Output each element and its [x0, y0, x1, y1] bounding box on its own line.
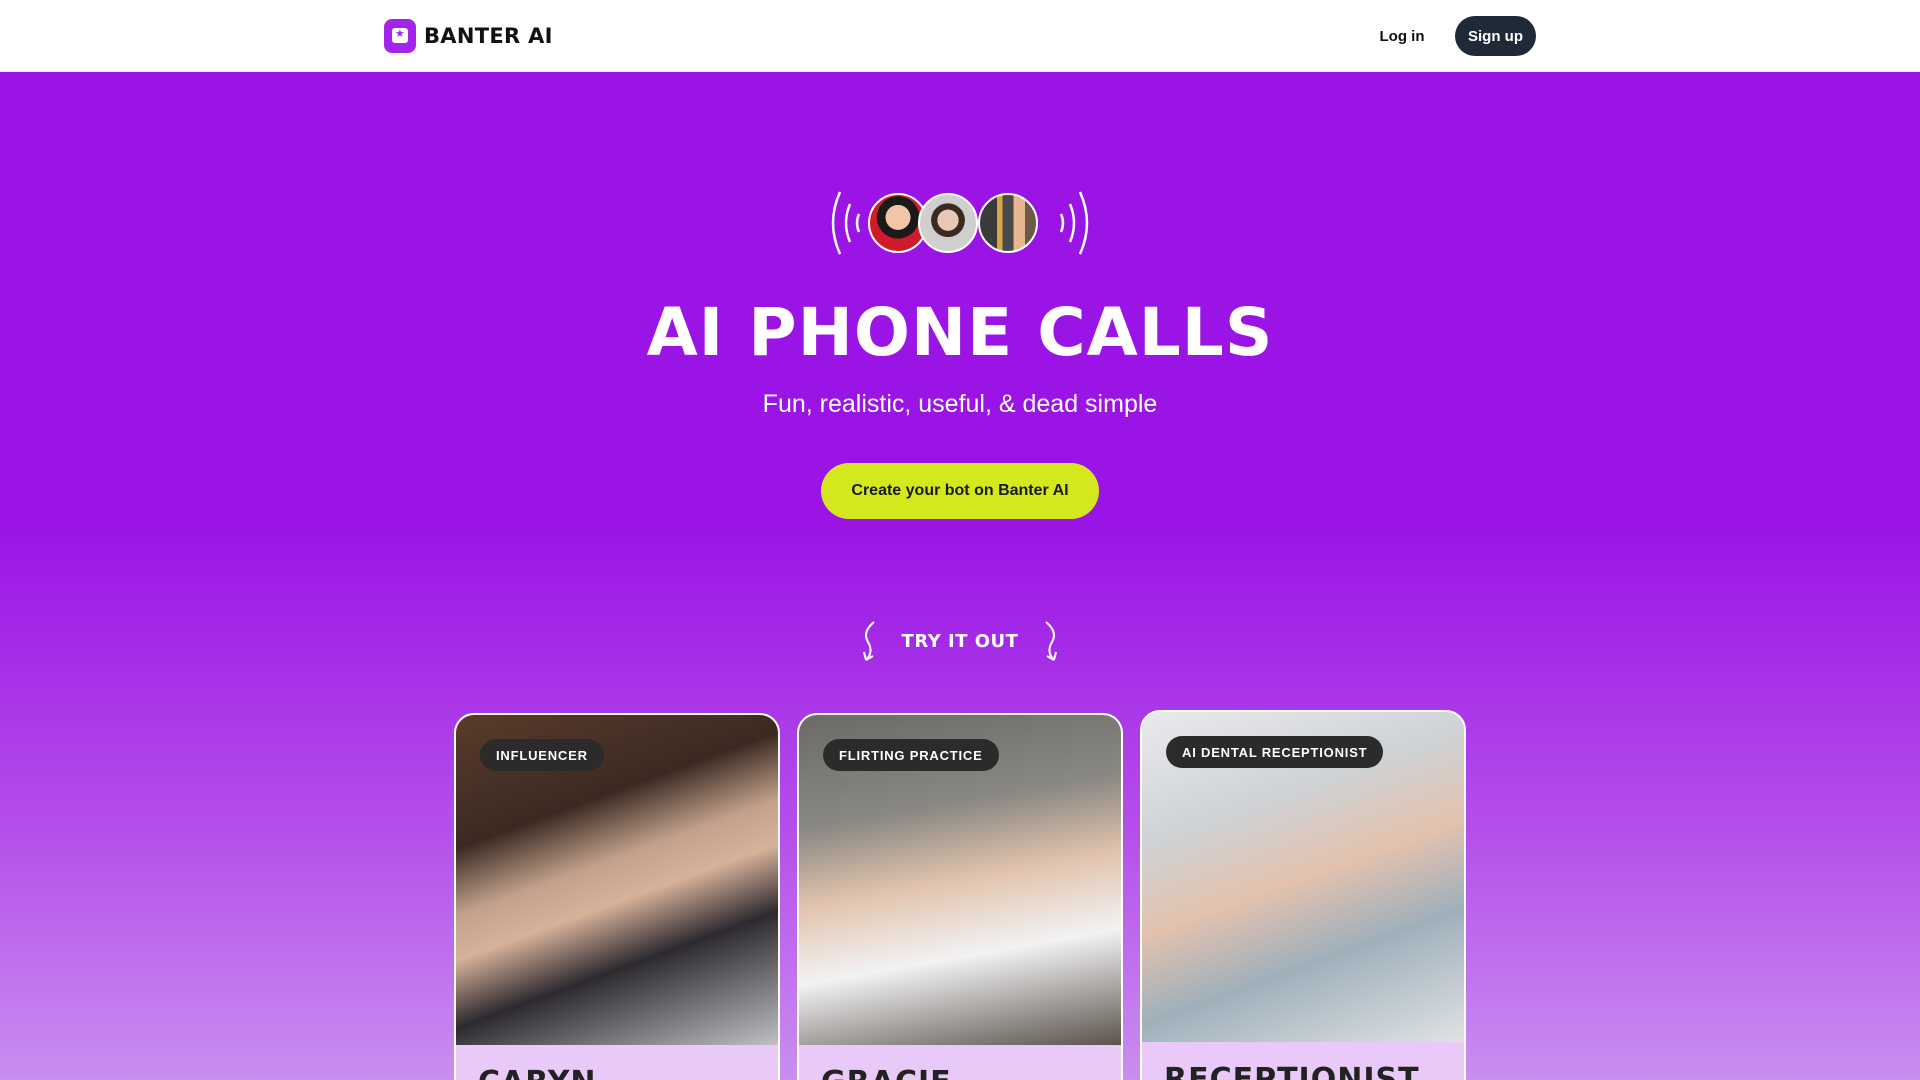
page-subtitle: Fun, realistic, useful, & dead simple	[762, 390, 1158, 418]
avatar-group	[826, 188, 1094, 258]
signup-button[interactable]: Sign up	[1455, 16, 1536, 56]
category-badge: AI DENTAL RECEPTIONIST	[1166, 736, 1384, 768]
sound-wave-right-icon	[1059, 191, 1089, 255]
logo-icon	[384, 19, 416, 53]
page-title: AI PHONE CALLS	[646, 294, 1274, 371]
category-badge: FLIRTING PRACTICE	[823, 739, 999, 771]
avatar	[918, 193, 978, 253]
top-navbar: BANTER AI Log in Sign up	[0, 0, 1920, 72]
avatar	[978, 193, 1038, 253]
brand-name: BANTER AI	[424, 24, 553, 48]
bot-card-influencer[interactable]: INFLUENCER CARYN	[454, 713, 780, 1080]
sound-wave-left-icon	[831, 191, 861, 255]
create-bot-button[interactable]: Create your bot on Banter AI	[821, 463, 1099, 519]
curved-arrow-left-icon	[862, 621, 875, 661]
bot-name: RECEPTIONIST	[1164, 1062, 1420, 1080]
brand-logo[interactable]: BANTER AI	[384, 19, 553, 53]
curved-arrow-right-icon	[1045, 621, 1058, 661]
login-button[interactable]: Log in	[1372, 18, 1432, 54]
bot-card-dental-receptionist[interactable]: AI DENTAL RECEPTIONIST RECEPTIONIST	[1140, 710, 1466, 1080]
try-it-out-label: TRY IT OUT	[901, 630, 1019, 652]
category-badge: INFLUENCER	[480, 739, 604, 771]
bot-name: GRACIE	[821, 1065, 952, 1080]
try-it-out-heading: TRY IT OUT	[0, 620, 1920, 662]
bot-card-flirting-practice[interactable]: FLIRTING PRACTICE GRACIE	[797, 713, 1123, 1080]
bot-name: CARYN	[478, 1065, 597, 1080]
